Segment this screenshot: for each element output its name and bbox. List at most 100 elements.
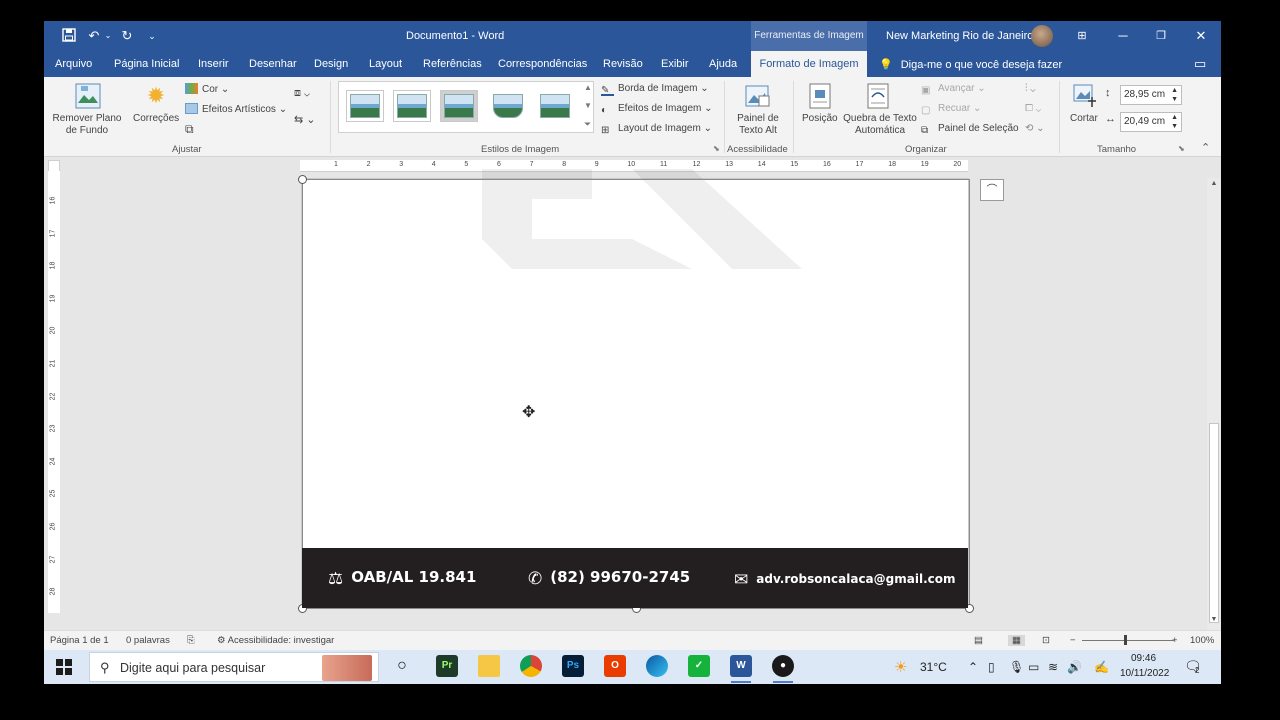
print-layout-icon[interactable]: ▦ [1008, 635, 1025, 646]
tab-revisao[interactable]: Revisão [603, 58, 643, 70]
tab-inserir[interactable]: Inserir [198, 58, 229, 70]
picture-style-1[interactable] [346, 90, 384, 122]
gallery-scroll-down-icon[interactable]: ▼ [584, 101, 592, 110]
transparency-icon[interactable]: ⧉ [185, 122, 194, 137]
tab-pagina-inicial[interactable]: Página Inicial [114, 58, 179, 70]
rotate-icon[interactable]: ⟲ ⌄ [1025, 123, 1045, 134]
pen-icon[interactable]: ✍ [1094, 660, 1109, 674]
resize-handle-top-left[interactable] [298, 175, 307, 184]
position-button[interactable]: Posição [802, 113, 838, 124]
wrap-text-icon[interactable] [867, 83, 893, 109]
file-explorer-icon[interactable] [478, 655, 500, 677]
tab-desenhar[interactable]: Desenhar [249, 58, 297, 70]
zoom-slider-thumb[interactable] [1124, 635, 1127, 645]
collapse-ribbon-icon[interactable]: ⌃ [1201, 141, 1210, 154]
read-mode-icon[interactable]: ▤ [974, 635, 983, 646]
volume-icon[interactable]: 🔊 [1067, 660, 1082, 674]
compress-pictures-icon[interactable]: ⧈ ⌄ [294, 87, 310, 100]
color-button[interactable]: Cor ⌄ [185, 83, 229, 95]
account-name[interactable]: New Marketing Rio de Janeiro [886, 30, 1033, 42]
align-icon[interactable]: ⫶ ⌄ [1025, 83, 1036, 94]
undo-dropdown-icon[interactable]: ⌄ [100, 28, 116, 44]
tell-me-search[interactable]: 💡 Diga-me o que você deseja fazer [879, 58, 1062, 71]
zoom-level[interactable]: 100% [1190, 635, 1214, 646]
corrections-button[interactable]: Correções [133, 113, 179, 124]
ribbon-display-options-icon[interactable]: ⊞ [1073, 27, 1091, 45]
edge-icon[interactable] [646, 655, 668, 677]
proofing-icon[interactable]: ⎘ [187, 635, 195, 646]
clock-date[interactable]: 10/11/2022 [1120, 668, 1169, 679]
restore-icon[interactable]: ❐ [1152, 27, 1170, 45]
format-picture-launcher-icon[interactable]: ⬊ [713, 144, 720, 153]
zoom-slider[interactable] [1082, 640, 1174, 641]
tab-exibir[interactable]: Exibir [661, 58, 689, 70]
premiere-pro-icon[interactable]: Pr [436, 655, 458, 677]
battery-icon[interactable]: ▭ [1028, 660, 1039, 674]
tab-formato-de-imagem[interactable]: Formato de Imagem [751, 51, 867, 77]
meet-now-icon[interactable]: ▯ [988, 660, 995, 674]
app-green-icon[interactable]: ✓ [688, 655, 710, 677]
tab-ajuda[interactable]: Ajuda [709, 58, 737, 70]
chrome-icon[interactable] [520, 655, 542, 677]
tab-design[interactable]: Design [314, 58, 348, 70]
tab-referencias[interactable]: Referências [423, 58, 482, 70]
gallery-scroll-up-icon[interactable]: ▲ [584, 83, 592, 92]
redo-icon[interactable]: ↻ [119, 28, 135, 44]
weather-icon[interactable]: ☀ [894, 658, 907, 676]
layout-options-icon[interactable]: ⌒ [980, 179, 1004, 201]
word-count[interactable]: 0 palavras [126, 635, 170, 646]
office-icon[interactable]: O [604, 655, 626, 677]
picture-styles-gallery[interactable] [338, 81, 594, 133]
height-input[interactable]: 28,95 cm ▲ ▼ [1120, 85, 1182, 105]
picture-style-5[interactable] [536, 90, 574, 122]
selected-image-frame[interactable] [298, 175, 974, 613]
vertical-ruler[interactable]: 16 17 18 19 20 21 22 23 24 25 26 27 28 [48, 171, 60, 613]
page-count[interactable]: Página 1 de 1 [50, 635, 109, 646]
picture-layout-button[interactable]: ⊞ Layout de Imagem ⌄ [601, 123, 712, 136]
width-spinner-icon[interactable]: ▲ ▼ [1171, 113, 1178, 131]
customize-quick-access-icon[interactable]: ⌄ [144, 28, 160, 44]
photoshop-icon[interactable]: Ps [562, 655, 584, 677]
picture-style-3[interactable] [440, 90, 478, 122]
close-icon[interactable]: ✕ [1192, 27, 1210, 45]
minimize-icon[interactable]: ─ [1114, 27, 1132, 45]
picture-style-2[interactable] [393, 90, 431, 122]
size-launcher-icon[interactable]: ⬊ [1178, 144, 1185, 153]
crop-button[interactable]: Cortar [1070, 113, 1098, 124]
corrections-sun-icon[interactable]: ✹ [143, 83, 169, 109]
word-taskbar-icon[interactable]: W [730, 655, 752, 677]
zoom-out-icon[interactable]: − [1070, 635, 1076, 646]
web-layout-icon[interactable]: ⊡ [1042, 635, 1050, 646]
gallery-more-icon[interactable]: ⏷ [584, 119, 591, 130]
wrap-text-button[interactable]: Quebra de Texto Automática [842, 113, 918, 137]
picture-border-button[interactable]: ✎ Borda de Imagem ⌄ [601, 83, 709, 96]
clock-time[interactable]: 09:46 [1131, 653, 1156, 664]
scrollbar-thumb[interactable] [1209, 423, 1219, 623]
document-page[interactable]: ⚖ OAB/AL 19.841 ✆ (82) 99670-2745 ✉ adv.rob… [298, 169, 974, 613]
comments-icon[interactable]: ▭ [1194, 56, 1206, 72]
vertical-scrollbar[interactable]: ▲ ▼ [1207, 178, 1221, 630]
show-hidden-icons-icon[interactable]: ⌃ [968, 660, 978, 674]
alt-text-pane-button[interactable]: Painel de Texto Alt [734, 113, 782, 137]
cortana-icon[interactable]: ○ [391, 655, 413, 677]
microphone-icon[interactable]: 🎙 [1009, 660, 1024, 674]
selection-pane-button[interactable]: ⧉ Painel de Seleção [921, 123, 1019, 136]
windows-start-icon[interactable] [56, 659, 72, 675]
crop-icon[interactable] [1072, 83, 1098, 109]
picture-effects-button[interactable]: ◐ Efeitos de Imagem ⌄ [601, 103, 713, 116]
tab-arquivo[interactable]: Arquivo [55, 58, 92, 70]
avatar[interactable] [1031, 25, 1053, 47]
artistic-effects-button[interactable]: Efeitos Artísticos ⌄ [185, 103, 287, 115]
tab-correspondencias[interactable]: Correspondências [498, 58, 587, 70]
recorder-icon[interactable]: ● [772, 655, 794, 677]
taskbar-search[interactable]: ⚲ Digite aqui para pesquisar [89, 652, 379, 682]
weather-temp[interactable]: 31°C [920, 660, 947, 674]
zoom-in-icon[interactable]: + [1172, 635, 1178, 646]
accessibility-status[interactable]: ⚙ Acessibilidade: investigar [217, 635, 334, 646]
picture-style-4[interactable] [489, 90, 527, 122]
change-picture-icon[interactable]: ⇆ ⌄ [294, 113, 316, 126]
remove-background-button[interactable]: Remover Plano de Fundo [52, 113, 122, 137]
save-icon[interactable] [61, 28, 77, 44]
scroll-up-icon[interactable]: ▲ [1209, 180, 1219, 192]
remove-background-icon[interactable] [75, 83, 101, 109]
